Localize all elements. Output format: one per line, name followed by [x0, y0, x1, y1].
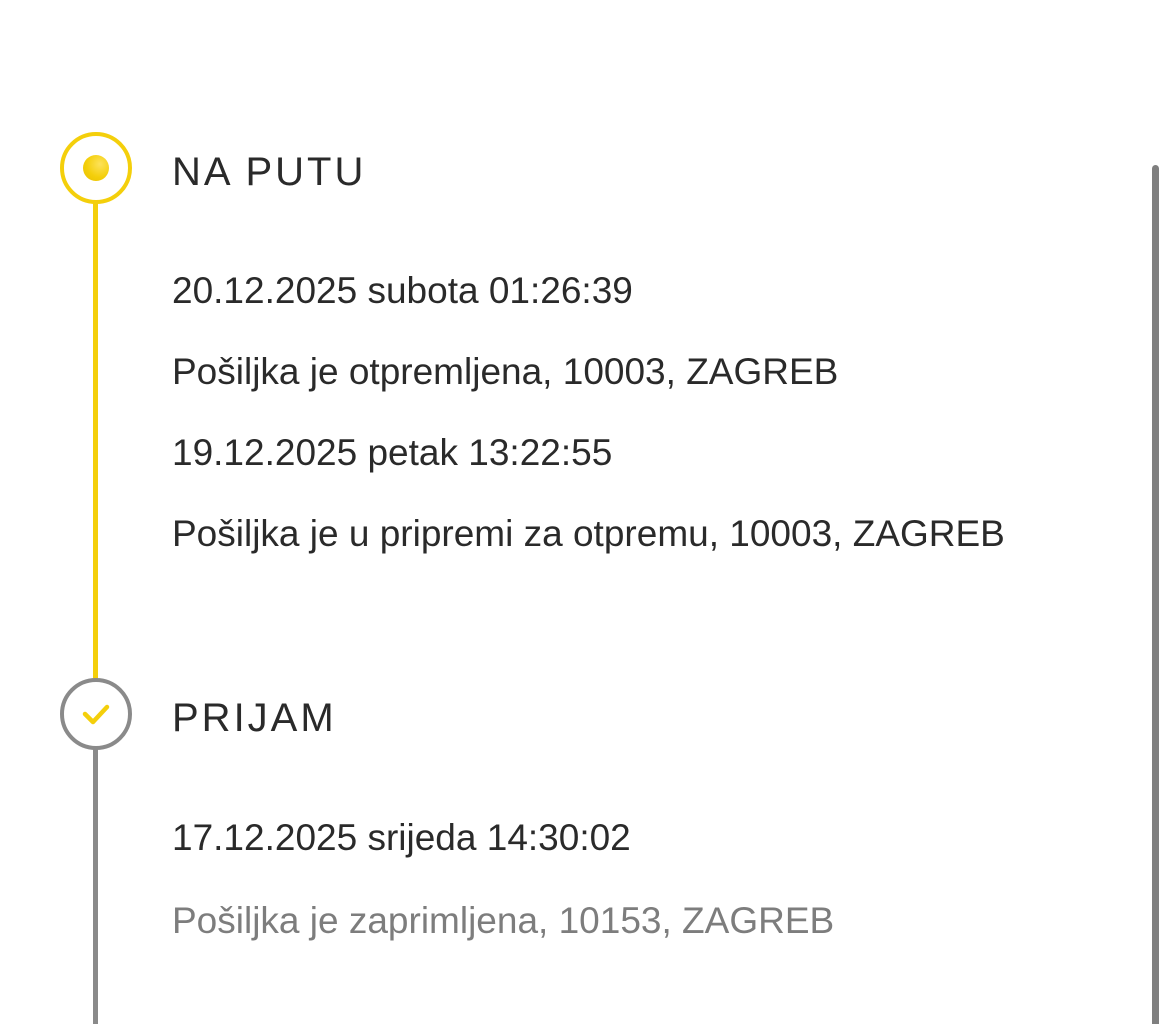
- event-datetime: 19.12.2025 petak 13:22:55: [172, 432, 613, 473]
- timeline-connector-active: [93, 203, 98, 679]
- event-datetime: 20.12.2025 subota 01:26:39: [172, 270, 633, 311]
- status-heading-prijam: PRIJAM: [172, 696, 337, 740]
- in-progress-dot-icon: [60, 132, 132, 204]
- checkmark-glyph: [82, 704, 110, 725]
- shipment-tracking-timeline: NA PUTU 20.12.2025 subota 01:26:39 Pošil…: [0, 0, 1170, 1024]
- event-description: Pošiljka je zaprimljena, 10153, ZAGREB: [172, 900, 835, 941]
- event-description: Pošiljka je u pripremi za otpremu, 10003…: [172, 513, 1005, 554]
- event-datetime: 17.12.2025 srijeda 14:30:02: [172, 817, 631, 858]
- timeline-connector-completed: [93, 748, 98, 1024]
- status-dot: [83, 155, 109, 181]
- status-heading-na-putu: NA PUTU: [172, 150, 367, 194]
- event-description: Pošiljka je otpremljena, 10003, ZAGREB: [172, 351, 839, 392]
- vertical-scrollbar[interactable]: [1152, 165, 1159, 1024]
- checkmark-icon: [60, 678, 132, 750]
